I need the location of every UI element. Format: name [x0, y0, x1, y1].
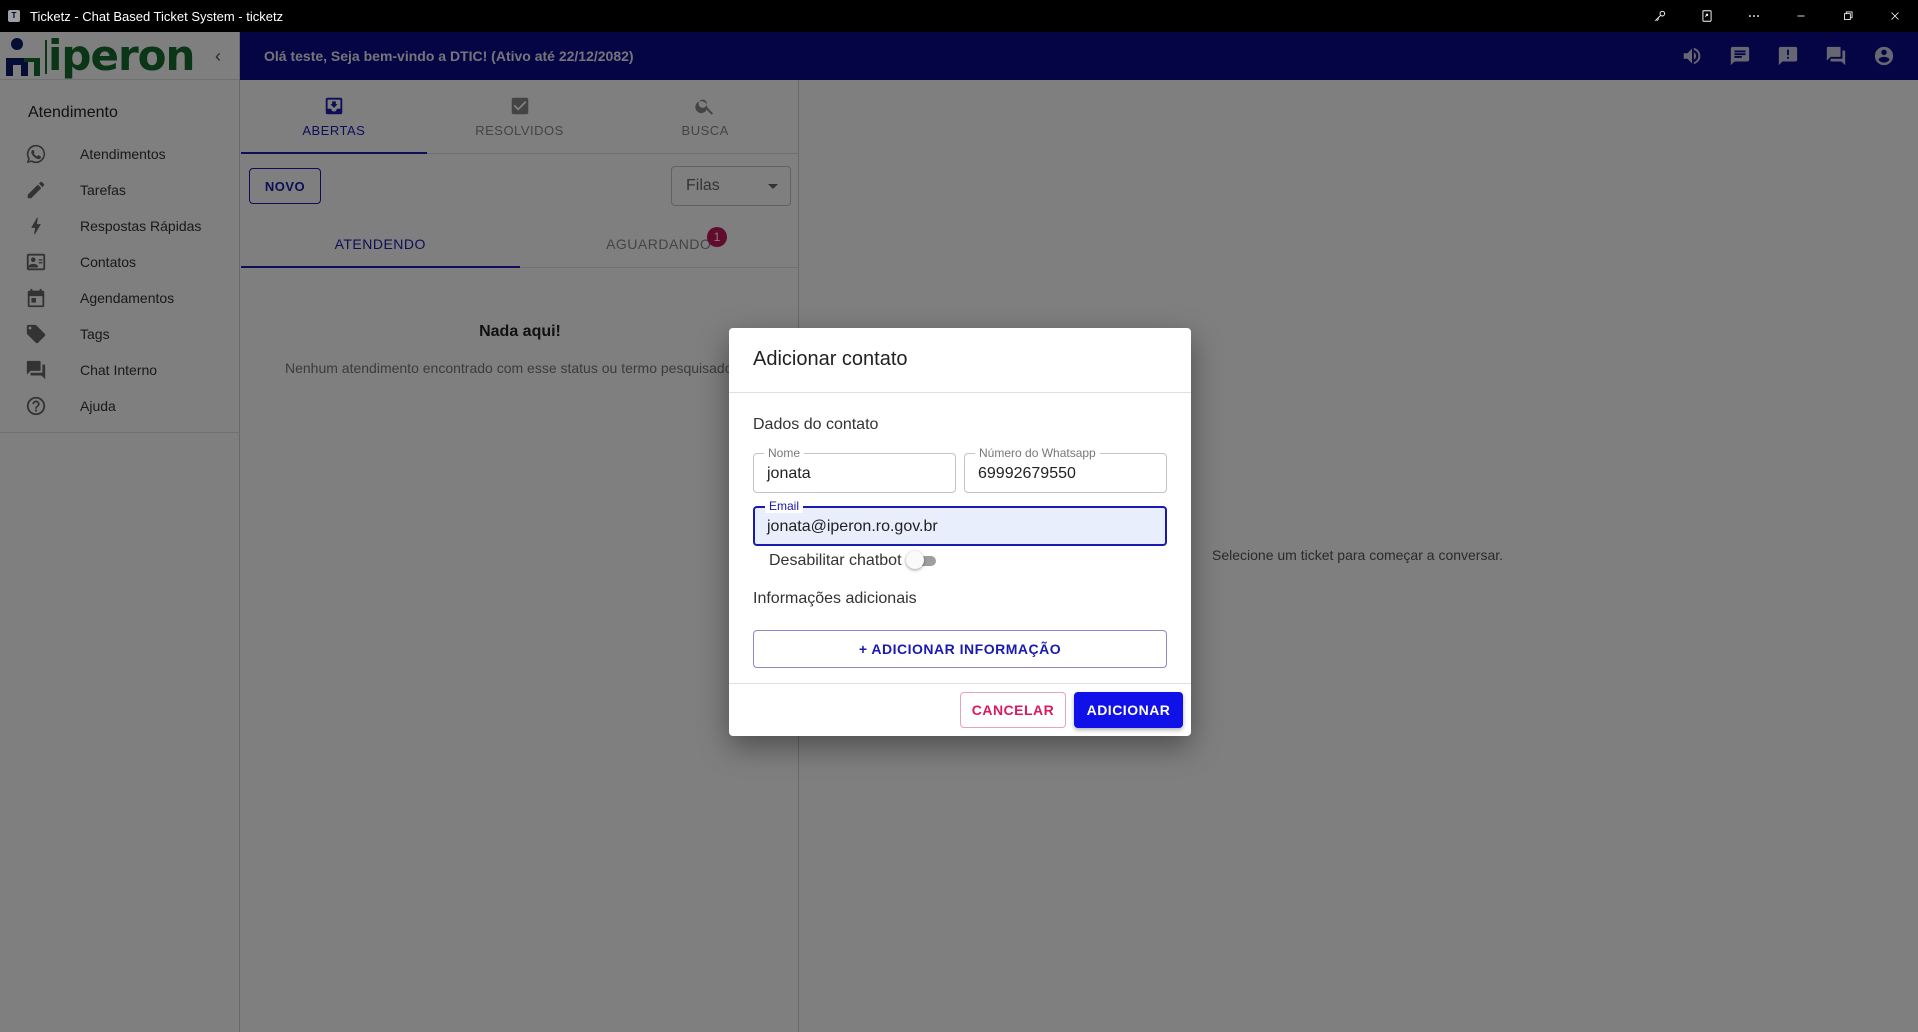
- name-field[interactable]: Nome jonata: [753, 446, 956, 493]
- more-icon[interactable]: [1730, 0, 1777, 32]
- close-icon[interactable]: [1871, 0, 1918, 32]
- window-titlebar: T Ticketz - Chat Based Ticket System - t…: [0, 0, 1918, 32]
- contact-section-title: Dados do contato: [753, 416, 879, 433]
- switch-thumb: [905, 551, 924, 569]
- cancel-button[interactable]: CANCELAR: [960, 692, 1066, 728]
- window-title: Ticketz - Chat Based Ticket System - tic…: [30, 8, 284, 24]
- extra-info-section-title: Informações adicionais: [753, 590, 917, 607]
- whatsapp-field-label: Número do Whatsapp: [975, 446, 1100, 460]
- add-info-button[interactable]: + ADICIONAR INFORMAÇÃO: [753, 630, 1167, 668]
- cast-icon[interactable]: [1683, 0, 1730, 32]
- add-contact-dialog: Adicionar contato Dados do contato Nome …: [729, 328, 1191, 736]
- whatsapp-field[interactable]: Número do Whatsapp 69992679550: [964, 446, 1167, 493]
- app-icon: T: [8, 10, 20, 22]
- window-controls: [1636, 0, 1918, 32]
- add-button[interactable]: ADICIONAR: [1074, 692, 1183, 728]
- name-field-label: Nome: [764, 446, 805, 460]
- email-field[interactable]: Email jonata@iperon.ro.gov.br: [753, 499, 1167, 546]
- email-field-value: jonata@iperon.ro.gov.br: [767, 518, 938, 535]
- name-field-value: jonata: [767, 465, 811, 482]
- email-field-label: Email: [765, 499, 804, 513]
- divider: [729, 683, 1191, 684]
- chatbot-toggle-label: Desabilitar chatbot: [769, 552, 902, 569]
- key-icon[interactable]: [1636, 0, 1683, 32]
- dialog-title: Adicionar contato: [753, 348, 908, 370]
- minimize-icon[interactable]: [1777, 0, 1824, 32]
- divider: [729, 392, 1191, 393]
- restore-icon[interactable]: [1824, 0, 1871, 32]
- chatbot-toggle[interactable]: [905, 551, 936, 569]
- chatbot-toggle-row: Desabilitar chatbot: [769, 551, 936, 570]
- whatsapp-field-value: 69992679550: [978, 465, 1076, 482]
